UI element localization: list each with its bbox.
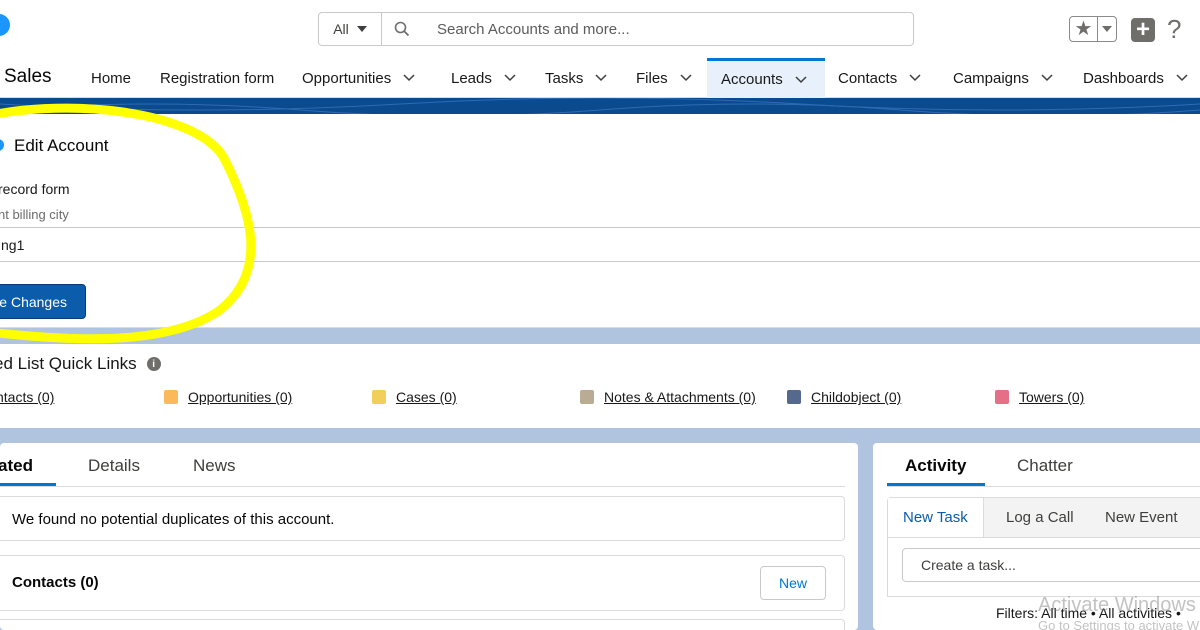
info-icon[interactable]: i xyxy=(146,357,161,371)
nav-item-registration-form[interactable]: Registration form xyxy=(160,58,274,98)
tab-news[interactable]: News xyxy=(193,456,236,476)
form-title: record form xyxy=(0,181,70,197)
create-task-input[interactable] xyxy=(902,548,1200,582)
tower-icon xyxy=(995,390,1009,404)
global-actions-button[interactable]: + xyxy=(1131,18,1155,42)
nav-item-campaigns[interactable]: Campaigns xyxy=(953,58,1053,98)
subtab-log-a-call[interactable]: Log a Call xyxy=(1006,498,1074,537)
nav-item-label: Files xyxy=(636,69,668,87)
nav-item-label: Home xyxy=(91,69,132,87)
save-button-label: e Changes xyxy=(0,293,67,310)
chevron-down-icon[interactable] xyxy=(403,74,415,82)
app-name: Sales xyxy=(4,66,52,87)
nav-item-label: Dashboards xyxy=(1083,69,1164,87)
tabs-divider xyxy=(0,486,845,487)
quick-link-label: Childobject (0) xyxy=(811,389,902,405)
global-search: All xyxy=(318,12,914,46)
nav-item-label: Campaigns xyxy=(953,69,1029,87)
tab-activity[interactable]: Activity xyxy=(905,456,966,476)
related-list-quick-links: ed List Quick Links i ntacts (0) Opportu… xyxy=(0,344,1200,428)
quick-link-label: Opportunities (0) xyxy=(188,389,293,405)
new-contact-button[interactable]: New xyxy=(760,566,826,600)
nav-item-label: Tasks xyxy=(545,69,584,87)
quick-link-childobject[interactable]: Childobject (0) xyxy=(787,389,901,405)
account-icon xyxy=(0,139,4,151)
app-logo-icon[interactable] xyxy=(0,14,10,36)
subtab-new-task[interactable]: New Task xyxy=(888,498,984,537)
quick-link-label: ntacts (0) xyxy=(0,389,55,405)
nav-item-opportunities[interactable]: Opportunities xyxy=(302,58,415,98)
chevron-down-icon xyxy=(356,26,367,32)
duplicates-message: We found no potential duplicates of this… xyxy=(12,511,335,528)
chevron-down-icon[interactable] xyxy=(795,75,807,84)
quick-links-title: ed List Quick Links i xyxy=(0,354,161,374)
nav-item-files[interactable]: Files xyxy=(636,58,692,98)
banner-pattern xyxy=(0,98,1200,114)
favorites-menu-button[interactable] xyxy=(1098,17,1116,41)
favorites-button[interactable]: ★ xyxy=(1069,16,1117,42)
contacts-related-list: Contacts (0) New xyxy=(0,555,845,611)
chevron-down-icon[interactable] xyxy=(1041,74,1053,82)
chevron-down-icon[interactable] xyxy=(909,74,921,82)
nav-item-label: Accounts xyxy=(721,71,783,88)
chevron-down-icon xyxy=(1102,26,1112,32)
tab-related[interactable]: ated xyxy=(0,456,33,476)
plus-icon: + xyxy=(1135,16,1150,43)
search-input[interactable] xyxy=(422,13,913,45)
nav-item-label: Opportunities xyxy=(302,69,392,87)
next-related-list xyxy=(0,619,845,630)
search-icon xyxy=(382,13,422,45)
nav-item-home[interactable]: Home xyxy=(91,58,131,98)
quick-link-label: Notes & Attachments (0) xyxy=(604,389,756,405)
quick-link-notes-attachments[interactable]: Notes & Attachments (0) xyxy=(580,389,756,405)
search-scope-dropdown[interactable]: All xyxy=(319,13,382,45)
nav-item-label: Registration form xyxy=(160,69,275,87)
nav-item-label: Contacts xyxy=(838,69,898,87)
activity-subtabs: New Task Log a Call New Event xyxy=(887,497,1200,538)
chevron-down-icon[interactable] xyxy=(504,74,516,82)
quick-link-opportunities[interactable]: Opportunities (0) xyxy=(164,389,292,405)
task-composer xyxy=(887,537,1200,597)
nav-item-dashboards[interactable]: Dashboards xyxy=(1083,58,1188,98)
duplicates-box: We found no potential duplicates of this… xyxy=(0,496,845,541)
save-changes-button[interactable]: e Changes xyxy=(0,284,86,319)
billing-city-label: nt billing city xyxy=(0,207,69,222)
related-card: ated Details News We found no potential … xyxy=(0,443,858,630)
star-icon[interactable]: ★ xyxy=(1070,17,1098,41)
page-banner xyxy=(0,98,1200,114)
windows-activation-watermark: Activate Windows xyxy=(1038,594,1196,616)
windows-activation-hint: Go to Settings to activate Windows. xyxy=(1038,618,1200,630)
nav-item-accounts[interactable]: Accounts xyxy=(707,58,825,98)
quick-links-title-text: ed List Quick Links xyxy=(0,354,137,373)
briefcase-icon xyxy=(372,390,386,404)
tabs-divider xyxy=(887,486,1200,487)
tab-details[interactable]: Details xyxy=(88,456,140,476)
quick-link-contacts[interactable]: ntacts (0) xyxy=(0,389,54,405)
navigation-bar: Sales Home Registration form Opportuniti… xyxy=(0,58,1200,98)
help-button[interactable]: ? xyxy=(1167,14,1181,45)
nav-item-label: Leads xyxy=(451,69,492,87)
chevron-down-icon[interactable] xyxy=(1176,74,1188,82)
chevron-down-icon[interactable] xyxy=(595,74,607,82)
subtab-new-event[interactable]: New Event xyxy=(1105,498,1178,537)
card-title: Edit Account xyxy=(14,136,109,155)
file-icon xyxy=(580,390,594,404)
quick-link-label: Towers (0) xyxy=(1019,389,1085,405)
edit-account-card: Edit Account record form nt billing city… xyxy=(0,114,1200,328)
tab-chatter[interactable]: Chatter xyxy=(1017,456,1073,476)
quick-link-label: Cases (0) xyxy=(396,389,457,405)
nav-item-tasks[interactable]: Tasks xyxy=(545,58,607,98)
nav-item-leads[interactable]: Leads xyxy=(451,58,516,98)
wrench-icon xyxy=(787,390,801,404)
question-icon: ? xyxy=(1167,14,1182,44)
search-scope-label: All xyxy=(333,21,349,37)
global-header: All ★ + ? xyxy=(0,0,1200,58)
crown-icon xyxy=(164,390,178,404)
nav-item-contacts[interactable]: Contacts xyxy=(838,58,921,98)
quick-link-towers[interactable]: Towers (0) xyxy=(995,389,1084,405)
contacts-title[interactable]: Contacts (0) xyxy=(12,574,99,591)
chevron-down-icon[interactable] xyxy=(680,74,692,82)
quick-link-cases[interactable]: Cases (0) xyxy=(372,389,457,405)
billing-city-input[interactable] xyxy=(0,227,1200,262)
